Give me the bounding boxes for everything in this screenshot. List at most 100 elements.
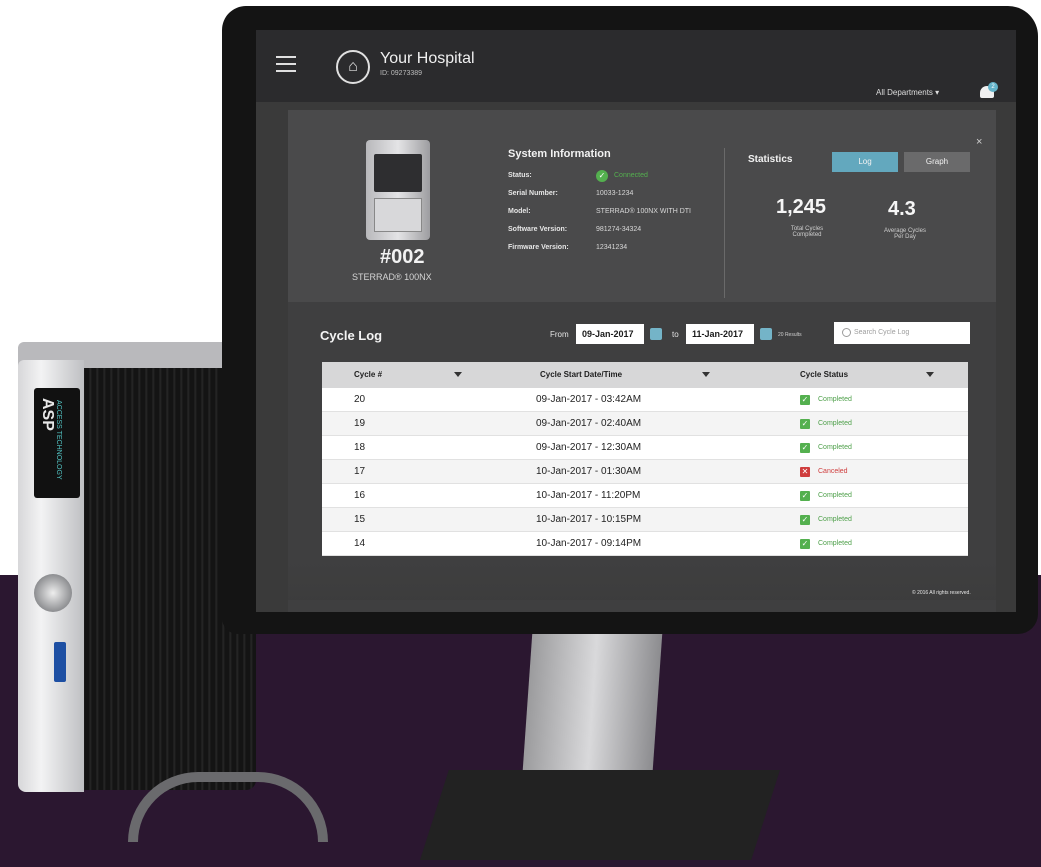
check-icon: ✓ [800,539,810,549]
status-value: Connected [614,172,648,179]
check-icon: ✓ [800,419,810,429]
thin-client-brand-logo: ASP [39,398,56,431]
hospital-icon: ⌂ [336,50,370,84]
cycle-status-cell: Completed [818,396,852,403]
cycle-number-cell: 14 [354,538,366,549]
cycle-number-cell: 16 [354,490,366,501]
thin-client-brand-subtitle: ACCESS TECHNOLOGY [55,400,62,480]
average-cycles-label-line2: Per Day [894,234,916,240]
sort-chevron-icon[interactable] [454,372,462,377]
table-row[interactable]: 20 09-Jan-2017 - 03:42AM ✓ Completed [322,388,968,412]
to-date-input[interactable]: 11-Jan-2017 [686,324,754,344]
usb-port [54,642,66,682]
status-label: Status: [508,172,532,179]
from-date-input[interactable]: 09-Jan-2017 [576,324,644,344]
copyright-text: © 2016 All rights reserved. [912,590,971,596]
check-icon: ✓ [800,515,810,525]
close-icon[interactable]: × [976,136,982,148]
cycle-number-cell: 18 [354,442,366,453]
cycle-datetime-cell: 09-Jan-2017 - 03:42AM [536,394,642,405]
column-header-cycle[interactable]: Cycle # [354,362,382,388]
sterilizer-display [374,154,422,192]
department-dropdown[interactable]: All Departments ▾ [876,88,939,97]
table-row[interactable]: 15 10-Jan-2017 - 10:15PM ✓ Completed [322,508,968,532]
statistics-title: Statistics [748,154,793,165]
hospital-id: ID: 09273389 [380,70,423,77]
model-label: Model: [508,208,531,215]
serial-number-value: 10033-1234 [596,190,634,197]
search-input[interactable]: Search Cycle Log [834,322,970,344]
calendar-icon[interactable] [650,328,662,340]
unit-number: #002 [380,246,425,268]
check-icon: ✓ [800,395,810,405]
cycle-number-cell: 20 [354,394,366,405]
notifications-button[interactable]: 2 [980,82,998,100]
model-value: STERRAD® 100NX WITH DTI [596,208,692,215]
cycle-number-cell: 15 [354,514,366,525]
cycle-status-cell: Completed [818,444,852,451]
results-count: 20 Results [778,332,802,338]
total-cycles-label: Total Cycles Completed [772,226,842,238]
check-icon: ✓ [800,443,810,453]
check-icon: ✓ [800,491,810,501]
column-header-datetime[interactable]: Cycle Start Date/Time [540,362,622,388]
notification-badge: 2 [988,82,998,92]
from-label: From [550,330,569,339]
sort-chevron-icon[interactable] [926,372,934,377]
system-information-title: System Information [508,148,611,160]
sterilizer-image [366,140,430,240]
sort-chevron-icon[interactable] [702,372,710,377]
search-icon [842,328,851,337]
monitor-stand-base [420,770,780,860]
department-dropdown-label: All Departments [876,88,933,97]
cycle-status-cell: Canceled [818,468,848,475]
software-version-label: Software Version: [508,226,568,233]
firmware-version-label: Firmware Version: [508,244,569,251]
table-fade-overlay [288,560,996,600]
total-cycles-label-line2: Completed [792,232,822,238]
cycle-datetime-cell: 10-Jan-2017 - 10:15PM [536,514,642,525]
tab-graph[interactable]: Graph [904,152,970,172]
cycle-status-cell: Completed [818,540,852,547]
cycle-log-title: Cycle Log [320,328,383,343]
cycle-datetime-cell: 10-Jan-2017 - 11:20PM [536,490,641,501]
cancel-icon: ✕ [800,467,810,477]
cycle-log-table: Cycle # Cycle Start Date/Time Cycle Stat… [322,362,968,556]
hamburger-menu-icon[interactable] [276,56,296,72]
total-cycles-value: 1,245 [776,196,827,218]
firmware-version-value: 12341234 [596,244,628,251]
chevron-down-icon: ▾ [935,88,940,97]
serial-number-label: Serial Number: [508,190,558,197]
tab-log[interactable]: Log [832,152,898,172]
table-row[interactable]: 18 09-Jan-2017 - 12:30AM ✓ Completed [322,436,968,460]
cycle-status-cell: Completed [818,516,852,523]
table-row[interactable]: 19 09-Jan-2017 - 02:40AM ✓ Completed [322,412,968,436]
app-header: ⌂ Your Hospital ID: 09273389 All Departm… [256,30,1016,102]
column-header-status[interactable]: Cycle Status [800,362,848,388]
power-button[interactable] [34,574,72,612]
calendar-icon[interactable] [760,328,772,340]
average-cycles-value: 4.3 [888,198,916,220]
table-body: 20 09-Jan-2017 - 03:42AM ✓ Completed 19 09-Ja… [322,388,968,556]
cycle-number-cell: 17 [354,466,366,477]
unit-model: STERRAD® 100NX [352,272,432,282]
cycle-status-cell: Completed [818,420,852,427]
product-scene: ASP ACCESS TECHNOLOGY ⌂ Your Hospital ID… [0,0,1041,867]
cycle-datetime-cell: 09-Jan-2017 - 02:40AM [536,418,642,429]
cycle-datetime-cell: 10-Jan-2017 - 01:30AM [536,466,642,477]
table-row[interactable]: 16 10-Jan-2017 - 11:20PM ✓ Completed [322,484,968,508]
software-version-value: 981274-34324 [596,226,642,233]
cycle-number-cell: 19 [354,418,366,429]
table-row[interactable]: 17 10-Jan-2017 - 01:30AM ✕ Canceled [322,460,968,484]
to-label: to [672,330,679,339]
hospital-name: Your Hospital [380,50,475,67]
panel-divider [724,148,725,298]
connected-check-icon: ✓ [596,170,608,182]
cycle-datetime-cell: 09-Jan-2017 - 12:30AM [536,442,642,453]
cycle-datetime-cell: 10-Jan-2017 - 09:14PM [536,538,642,549]
table-row[interactable]: 14 10-Jan-2017 - 09:14PM ✓ Completed [322,532,968,556]
sterilizer-door [374,198,422,232]
average-cycles-label: Average Cycles Per Day [870,228,940,240]
table-header: Cycle # Cycle Start Date/Time Cycle Stat… [322,362,968,388]
cycle-status-cell: Completed [818,492,852,499]
